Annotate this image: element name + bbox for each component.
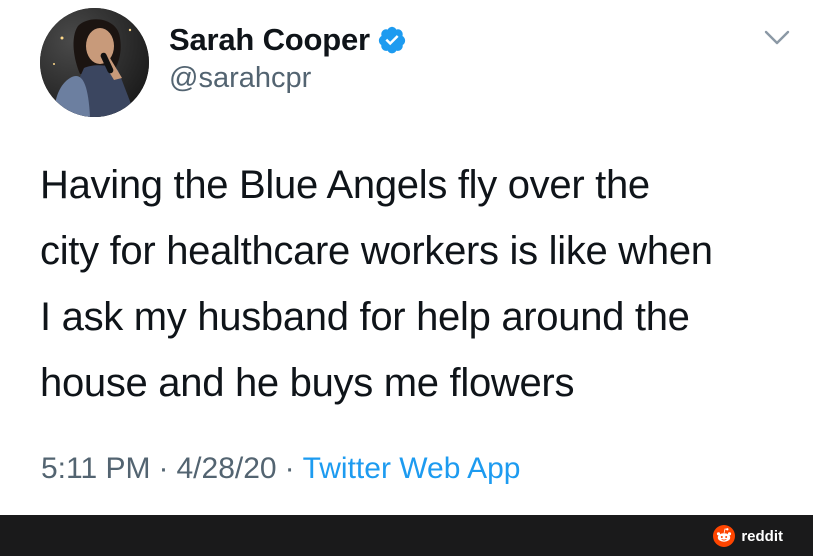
tweet-text: Having the Blue Angels fly over the city… <box>40 152 800 416</box>
separator: · <box>284 452 295 485</box>
avatar[interactable] <box>40 8 149 117</box>
tweet-source-link[interactable]: Twitter Web App <box>303 452 521 485</box>
reddit-wordmark: reddit <box>741 527 783 545</box>
tweet-text-line: Having the Blue Angels fly over the <box>40 163 650 207</box>
separator: · <box>158 452 169 485</box>
tweet-text-line: house and he buys me flowers <box>40 361 575 405</box>
handle[interactable]: @sarahcpr <box>169 62 311 95</box>
reddit-watermark: reddit <box>713 525 783 547</box>
tweet-time[interactable]: 5:11 PM <box>41 452 151 485</box>
verified-badge-icon <box>378 26 405 54</box>
avatar-photo-icon <box>40 8 149 117</box>
display-name[interactable]: Sarah Cooper <box>169 22 370 58</box>
tweet-text-line: city for healthcare workers is like when <box>40 229 713 273</box>
author-row: Sarah Cooper <box>169 20 407 60</box>
chevron-down-icon[interactable] <box>762 26 792 50</box>
watermark-bar: reddit <box>0 515 813 556</box>
tweet-date[interactable]: 4/28/20 <box>177 452 277 485</box>
tweet-text-line: I ask my husband for help around the <box>40 295 690 339</box>
reddit-logo-icon <box>713 525 736 547</box>
tweet-metadata: 5:11 PM · 4/28/20 · Twitter Web App <box>41 452 520 486</box>
tweet-card: Sarah Cooper @sarahcpr Having the Blue A… <box>0 0 813 515</box>
